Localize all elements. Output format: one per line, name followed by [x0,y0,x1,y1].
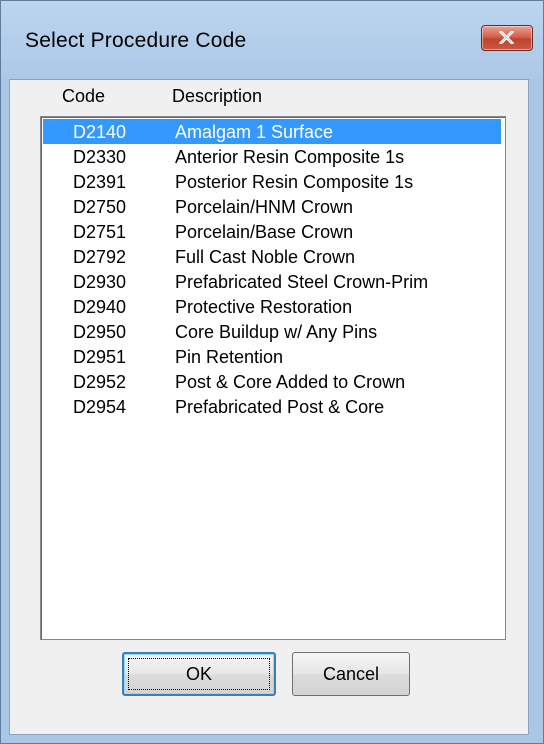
procedure-code: D2140 [73,122,127,142]
procedure-code: D2951 [73,347,127,367]
procedure-code: D2940 [73,297,127,317]
procedure-description: Protective Restoration [175,297,353,317]
list-item[interactable]: D2140 Amalgam 1 Surface [43,119,501,144]
list-item[interactable]: D2330 Anterior Resin Composite 1s [43,144,501,169]
list-item[interactable]: D2954 Prefabricated Post & Core [43,394,501,419]
procedure-description: Porcelain/Base Crown [175,222,354,242]
list-item[interactable]: D2952 Post & Core Added to Crown [43,369,501,394]
close-icon [499,31,514,44]
list-item[interactable]: D2951 Pin Retention [43,344,501,369]
list-item[interactable]: D2792 Full Cast Noble Crown [43,244,501,269]
list-item[interactable]: D2950 Core Buildup w/ Any Pins [43,319,501,344]
procedure-description: Posterior Resin Composite 1s [175,172,414,192]
cancel-button[interactable]: Cancel [292,652,410,696]
list-item[interactable]: D2391 Posterior Resin Composite 1s [43,169,501,194]
procedure-code: D2954 [73,397,127,417]
title-bar[interactable]: Select Procedure Code [1,1,543,79]
procedure-description: Full Cast Noble Crown [175,247,356,267]
procedure-description: Pin Retention [175,347,284,367]
ok-button-label: OK [185,663,212,684]
column-header-code: Code [62,86,106,106]
procedure-code: D2391 [73,172,127,192]
procedure-description: Core Buildup w/ Any Pins [175,322,378,342]
procedure-description: Porcelain/HNM Crown [175,197,354,217]
procedure-code: D2792 [73,247,127,267]
procedure-code-list[interactable]: D2140 Amalgam 1 Surface D2330 Anterior Resi… [40,116,506,640]
procedure-code: D2751 [73,222,127,242]
list-item[interactable]: D2751 Porcelain/Base Crown [43,219,501,244]
cancel-button-label: Cancel [322,663,380,684]
procedure-description: Amalgam 1 Surface [175,122,334,142]
procedure-code: D2930 [73,272,127,292]
dialog-title: Select Procedure Code [25,29,247,52]
procedure-code: D2330 [73,147,127,167]
close-button[interactable] [481,25,533,51]
ok-button[interactable]: OK [122,652,276,696]
list-item[interactable]: D2930 Prefabricated Steel Crown-Prim [43,269,501,294]
procedure-description: Anterior Resin Composite 1s [175,147,405,167]
procedure-description: Prefabricated Post & Core [175,397,385,417]
procedure-code: D2950 [73,322,127,342]
procedure-code: D2750 [73,197,127,217]
column-header-description: Description [172,86,263,106]
procedure-description: Prefabricated Steel Crown-Prim [175,272,429,292]
procedure-code: D2952 [73,372,127,392]
list-item[interactable]: D2940 Protective Restoration [43,294,501,319]
list-item[interactable]: D2750 Porcelain/HNM Crown [43,194,501,219]
procedure-description: Post & Core Added to Crown [175,372,406,392]
